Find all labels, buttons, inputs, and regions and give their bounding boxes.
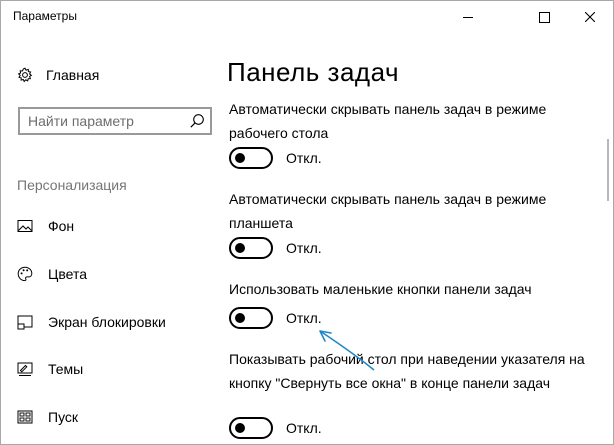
toggle-knob — [235, 313, 245, 323]
sidebar-item-label: Пуск — [48, 409, 79, 425]
title-bar[interactable]: Параметры — [1, 1, 613, 33]
setting-label: Использовать маленькие кнопки панели зад… — [229, 281, 532, 297]
setting-toggle-row: Откл. — [229, 307, 322, 329]
search-input[interactable] — [28, 112, 178, 130]
setting-toggle-row: Откл. — [229, 237, 322, 259]
setting-label: Автоматически скрывать панель задач в ре… — [229, 191, 547, 231]
start-icon — [17, 409, 33, 425]
close-icon — [585, 12, 595, 22]
sidebar-item-label: Фон — [48, 218, 75, 234]
toggle-switch-small-buttons[interactable] — [229, 307, 273, 329]
toggle-state: Откл. — [286, 310, 322, 326]
search-icon[interactable] — [189, 113, 205, 129]
sidebar-item-home[interactable]: Главная — [17, 65, 99, 85]
sidebar-item-label: Цвета — [48, 266, 87, 282]
minimize-button[interactable] — [445, 1, 491, 33]
toggle-switch[interactable] — [229, 417, 273, 439]
settings-window: Параметры Главная Найти параметр Персона… — [0, 0, 614, 445]
gear-icon — [17, 67, 33, 83]
toggle-knob — [235, 423, 245, 433]
toggle-switch[interactable] — [229, 147, 273, 169]
sidebar-item-background[interactable]: Фон — [17, 215, 74, 237]
setting-label: Показывать рабочий стол при наведении ук… — [229, 351, 585, 391]
palette-icon — [17, 266, 33, 282]
sidebar-item-themes[interactable]: Темы — [17, 358, 83, 380]
sidebar-item-lock-screen[interactable]: Экран блокировки — [17, 311, 166, 333]
toggle-knob — [235, 153, 245, 163]
maximize-icon — [538, 11, 550, 23]
setting-toggle-row: Откл. — [229, 147, 322, 169]
main-content: Панель задач Автоматически скрывать пане… — [227, 33, 599, 444]
section-label: Персонализация — [17, 177, 127, 193]
toggle-state: Откл. — [286, 420, 322, 436]
maximize-button[interactable] — [521, 1, 567, 33]
toggle-state: Откл. — [286, 150, 322, 166]
sidebar-item-start[interactable]: Пуск — [17, 406, 78, 428]
sidebar-item-colors[interactable]: Цвета — [17, 263, 87, 285]
sidebar: Главная Персонализация Фон — [1, 33, 223, 444]
sidebar-item-label: Экран блокировки — [48, 314, 166, 330]
minimize-icon — [463, 16, 473, 18]
setting-label: Автоматически скрывать панель задач в ре… — [229, 101, 547, 141]
lock-screen-icon — [17, 314, 33, 330]
toggle-switch[interactable] — [229, 237, 273, 259]
sidebar-home-label: Главная — [46, 67, 100, 83]
picture-icon — [17, 218, 33, 234]
page-title: Панель задач — [227, 57, 400, 87]
close-button[interactable] — [567, 1, 613, 33]
window-title: Параметры — [13, 9, 77, 23]
setting-toggle-row: Откл. — [229, 417, 322, 439]
search-box[interactable] — [18, 107, 212, 135]
scrollbar-thumb[interactable] — [607, 139, 609, 201]
sidebar-item-label: Темы — [48, 361, 84, 377]
toggle-knob — [235, 243, 245, 253]
themes-icon — [17, 361, 33, 377]
toggle-state: Откл. — [286, 240, 322, 256]
